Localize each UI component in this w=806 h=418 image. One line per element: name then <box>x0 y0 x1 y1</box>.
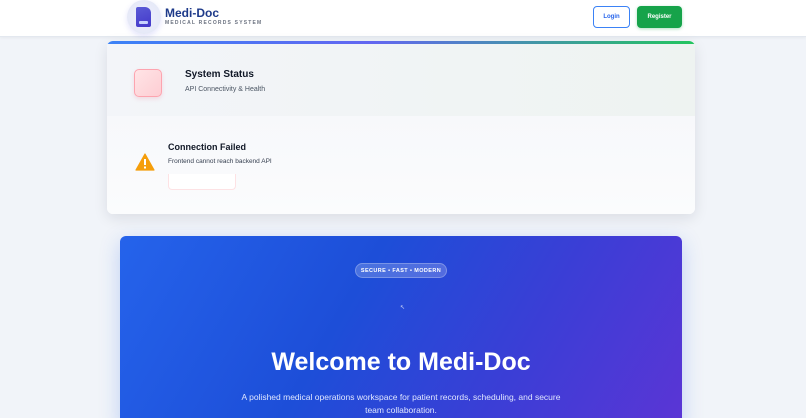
warning-icon <box>135 153 155 171</box>
retry-button[interactable] <box>168 174 236 190</box>
logo[interactable] <box>127 0 161 34</box>
document-icon <box>136 7 151 27</box>
server-status-icon <box>134 69 162 97</box>
connection-failed-title: Connection Failed <box>168 142 247 152</box>
status-card-header: System Status API Connectivity & Health <box>107 44 695 116</box>
hero-banner: SECURE • FAST • MODERN ↖ Welcome to Medi… <box>120 236 682 418</box>
status-subtitle: API Connectivity & Health <box>185 86 266 93</box>
status-title: System Status <box>185 69 254 80</box>
hero-badge: SECURE • FAST • MODERN <box>355 263 447 278</box>
register-button[interactable]: Register <box>637 6 682 28</box>
brand-name[interactable]: Medi-Doc <box>165 6 219 20</box>
brand-tagline: MEDICAL RECORDS SYSTEM <box>165 20 263 26</box>
system-status-card: System Status API Connectivity & Health … <box>107 41 695 214</box>
hero-description: A polished medical operations workspace … <box>241 392 561 415</box>
hero-title: Welcome to Medi-Doc <box>271 348 531 376</box>
top-navbar: Medi-Doc MEDICAL RECORDS SYSTEM Login Re… <box>0 0 806 37</box>
login-button[interactable]: Login <box>593 6 630 28</box>
connection-error-message: Frontend cannot reach backend API <box>168 158 272 165</box>
mouse-cursor-icon: ↖ <box>400 305 406 311</box>
connection-status-panel: Connection Failed Frontend cannot reach … <box>107 116 695 214</box>
